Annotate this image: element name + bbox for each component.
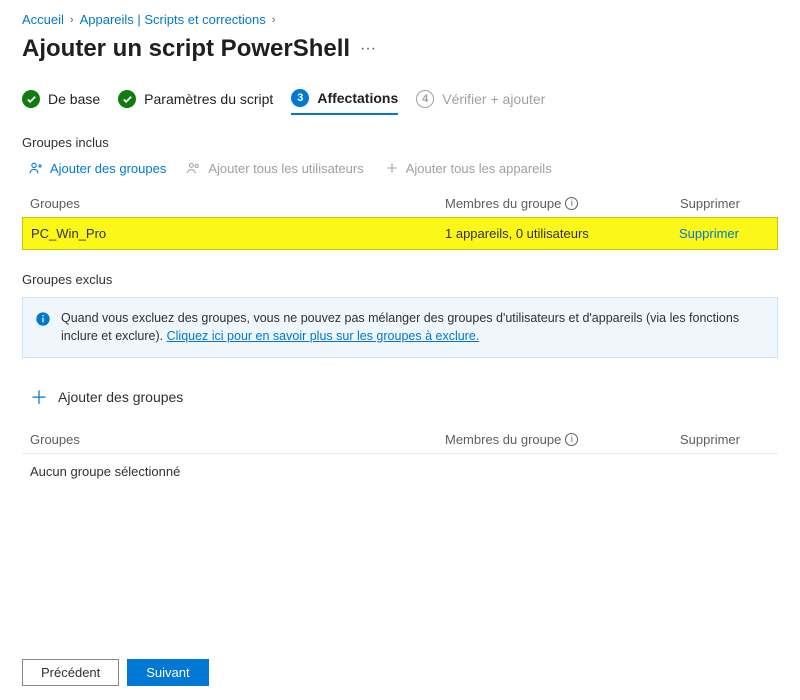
included-groups-heading: Groupes inclus (22, 135, 778, 150)
excluded-groups-heading: Groupes exclus (22, 272, 778, 287)
add-all-users-label: Ajouter tous les utilisateurs (208, 161, 363, 176)
breadcrumb-home[interactable]: Accueil (22, 12, 64, 27)
plus-icon: ＋ (30, 384, 48, 410)
included-commands: Ajouter des groupes Ajouter tous les uti… (22, 160, 778, 176)
info-icon (35, 311, 51, 345)
group-name: PC_Win_Pro (31, 226, 445, 241)
check-icon (118, 90, 136, 108)
step-number-icon: 4 (416, 90, 434, 108)
exclude-info-box: Quand vous excluez des groupes, vous ne … (22, 297, 778, 358)
exclude-learn-more-link[interactable]: Cliquez ici pour en savoir plus sur les … (167, 329, 480, 343)
wizard-stepper: De base Paramètres du script 3 Affectati… (22, 89, 778, 115)
col-members: Membres du groupe i (445, 196, 680, 211)
add-all-devices-button: Ajouter tous les appareils (384, 160, 552, 176)
more-icon[interactable]: ··· (360, 40, 376, 58)
step-assignments[interactable]: 3 Affectations (291, 89, 398, 115)
step-number-icon: 3 (291, 89, 309, 107)
remove-group-link[interactable]: Supprimer (679, 226, 739, 241)
step-assign-label: Affectations (317, 90, 398, 106)
step-script-label: Paramètres du script (144, 91, 273, 107)
page-title: Ajouter un script PowerShell ··· (22, 35, 778, 63)
table-header: Groupes Membres du groupe i Supprimer (22, 426, 778, 453)
add-groups-button[interactable]: Ajouter des groupes (28, 160, 166, 176)
step-basics-label: De base (48, 91, 100, 107)
col-members-label: Membres du groupe (445, 432, 561, 447)
people-icon (186, 160, 202, 176)
col-remove: Supprimer (680, 432, 770, 447)
no-group-selected: Aucun groupe sélectionné (22, 453, 778, 489)
step-basics[interactable]: De base (22, 90, 100, 114)
col-members-label: Membres du groupe (445, 196, 561, 211)
col-groups: Groupes (30, 196, 445, 211)
check-icon (22, 90, 40, 108)
breadcrumb: Accueil › Appareils | Scripts et correct… (22, 12, 778, 27)
chevron-right-icon: › (70, 14, 74, 26)
info-icon[interactable]: i (565, 197, 578, 210)
breadcrumb-devices[interactable]: Appareils | Scripts et corrections (80, 12, 266, 27)
next-button[interactable]: Suivant (127, 659, 208, 686)
wizard-footer: Précédent Suivant (0, 648, 800, 700)
col-groups: Groupes (30, 432, 445, 447)
col-members: Membres du groupe i (445, 432, 680, 447)
table-row[interactable]: PC_Win_Pro 1 appareils, 0 utilisateurs S… (22, 217, 778, 250)
chevron-right-icon: › (272, 14, 276, 26)
included-groups-table: Groupes Membres du groupe i Supprimer PC… (22, 190, 778, 250)
page-title-text: Ajouter un script PowerShell (22, 35, 350, 63)
previous-button[interactable]: Précédent (22, 659, 119, 686)
step-review-label: Vérifier + ajouter (442, 91, 545, 107)
plus-icon (384, 160, 400, 176)
add-people-icon (28, 160, 44, 176)
add-excluded-groups-label: Ajouter des groupes (58, 389, 183, 405)
exclude-info-text: Quand vous excluez des groupes, vous ne … (61, 310, 765, 345)
col-remove: Supprimer (680, 196, 770, 211)
add-excluded-groups-button[interactable]: ＋ Ajouter des groupes (22, 378, 778, 416)
add-groups-label: Ajouter des groupes (50, 161, 166, 176)
group-members: 1 appareils, 0 utilisateurs (445, 226, 679, 241)
add-all-devices-label: Ajouter tous les appareils (406, 161, 552, 176)
info-icon[interactable]: i (565, 433, 578, 446)
excluded-groups-table: Groupes Membres du groupe i Supprimer Au… (22, 426, 778, 489)
step-script-settings[interactable]: Paramètres du script (118, 90, 273, 114)
table-header: Groupes Membres du groupe i Supprimer (22, 190, 778, 217)
add-all-users-button: Ajouter tous les utilisateurs (186, 160, 363, 176)
step-review[interactable]: 4 Vérifier + ajouter (416, 90, 545, 114)
